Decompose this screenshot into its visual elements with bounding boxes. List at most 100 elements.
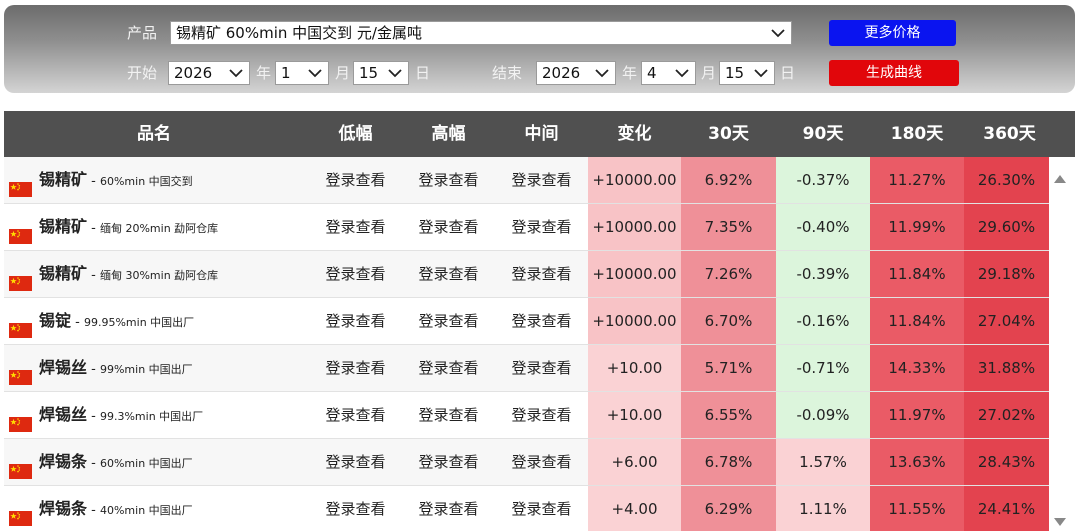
table-row[interactable]: 锡精矿 - 缅甸 30%min 勐阿仓库 登录查看 登录查看 登录查看 +10000.0… xyxy=(4,251,1049,298)
table-row[interactable]: 焊锡条 - 40%min 中国出厂 登录查看 登录查看 登录查看 +4.00 6.29% 1… xyxy=(4,486,1049,531)
login-to-view-link[interactable]: 登录查看 xyxy=(402,298,495,344)
login-to-view-link[interactable]: 登录查看 xyxy=(495,251,588,297)
triangle-down-icon[interactable] xyxy=(1054,511,1066,526)
cell-d180: 11.97% xyxy=(870,392,964,438)
login-to-view-link[interactable]: 登录查看 xyxy=(402,345,495,391)
end-month-unit: 月 xyxy=(701,64,717,82)
table-row[interactable]: 焊锡条 - 60%min 中国出厂 登录查看 登录查看 登录查看 +6.00 6.78% 1… xyxy=(4,439,1049,486)
product-name[interactable]: 锡精矿 xyxy=(39,217,87,236)
login-to-view-link[interactable]: 登录查看 xyxy=(309,486,402,531)
product-name[interactable]: 焊锡丝 xyxy=(39,358,87,377)
login-to-view-link[interactable]: 登录查看 xyxy=(495,439,588,485)
cell-d360: 27.02% xyxy=(964,392,1049,438)
cell-d360: 24.41% xyxy=(964,486,1049,531)
end-year-select[interactable]: 2026 xyxy=(536,61,616,85)
login-to-view-link[interactable]: 登录查看 xyxy=(402,486,495,531)
login-to-view-link[interactable]: 登录查看 xyxy=(402,157,495,203)
product-cell[interactable]: 锡精矿 - 60%min 中国交到 xyxy=(4,157,304,203)
table-row[interactable]: 锡精矿 - 缅甸 20%min 勐阿仓库 登录查看 登录查看 登录查看 +10000.0… xyxy=(4,204,1049,251)
triangle-up-icon[interactable] xyxy=(1054,168,1066,183)
header-30d: 30天 xyxy=(708,124,749,144)
chevron-down-icon xyxy=(754,69,768,78)
login-to-view-link[interactable]: 登录查看 xyxy=(309,251,402,297)
product-spec: 99%min 中国出厂 xyxy=(99,363,193,376)
cell-d360: 26.30% xyxy=(964,157,1049,203)
login-to-view-link[interactable]: 登录查看 xyxy=(309,392,402,438)
product-select[interactable]: 锡精矿 60%min 中国交到 元/金属吨 xyxy=(170,21,792,45)
header-360d: 360天 xyxy=(983,124,1036,144)
login-to-view-link[interactable]: 登录查看 xyxy=(495,345,588,391)
product-cell[interactable]: 锡精矿 - 缅甸 20%min 勐阿仓库 xyxy=(4,204,304,250)
product-spec: 60%min 中国出厂 xyxy=(99,457,193,470)
login-to-view-link[interactable]: 登录查看 xyxy=(495,486,588,531)
cell-d90: -0.71% xyxy=(776,345,870,391)
login-to-view-link[interactable]: 登录查看 xyxy=(402,204,495,250)
product-cell[interactable]: 锡锭 - 99.95%min 中国出厂 xyxy=(4,298,304,344)
cell-d360: 29.18% xyxy=(964,251,1049,297)
cell-d360: 29.60% xyxy=(964,204,1049,250)
login-to-view-link[interactable]: 登录查看 xyxy=(309,157,402,203)
product-cell[interactable]: 焊锡丝 - 99%min 中国出厂 xyxy=(4,345,304,391)
chevron-down-icon xyxy=(595,69,609,78)
table-row[interactable]: 锡精矿 - 60%min 中国交到 登录查看 登录查看 登录查看 +10000.00 6.… xyxy=(4,157,1049,204)
table-row[interactable]: 锡锭 - 99.95%min 中国出厂 登录查看 登录查看 登录查看 +10000.00… xyxy=(4,298,1049,345)
product-name[interactable]: 焊锡条 xyxy=(39,452,87,471)
login-to-view-link[interactable]: 登录查看 xyxy=(402,439,495,485)
cell-d30: 7.35% xyxy=(681,204,776,250)
start-day-value: 15 xyxy=(359,64,379,82)
product-name[interactable]: 焊锡条 xyxy=(39,499,87,518)
chevron-down-icon xyxy=(229,69,243,78)
price-table: 品名 低幅 高幅 中间 变化 30天 90天 180天 360天 锡精矿 - 6… xyxy=(4,111,1075,531)
separator: - xyxy=(87,503,100,518)
login-to-view-link[interactable]: 登录查看 xyxy=(309,204,402,250)
product-cell[interactable]: 焊锡条 - 60%min 中国出厂 xyxy=(4,439,304,485)
end-day-select[interactable]: 15 xyxy=(719,61,775,85)
login-to-view-link[interactable]: 登录查看 xyxy=(495,157,588,203)
header-low: 低幅 xyxy=(338,124,373,144)
start-month-select[interactable]: 1 xyxy=(275,61,329,85)
cell-d180: 11.84% xyxy=(870,251,964,297)
product-spec: 缅甸 20%min 勐阿仓库 xyxy=(99,222,219,235)
login-to-view-link[interactable]: 登录查看 xyxy=(309,439,402,485)
product-name[interactable]: 锡锭 xyxy=(39,311,71,330)
start-year-select[interactable]: 2026 xyxy=(168,61,250,85)
cell-d90: -0.39% xyxy=(776,251,870,297)
end-month-select[interactable]: 4 xyxy=(641,61,696,85)
start-day-select[interactable]: 15 xyxy=(353,61,409,85)
start-month-value: 1 xyxy=(281,64,291,82)
header-mid: 中间 xyxy=(524,124,559,144)
login-to-view-link[interactable]: 登录查看 xyxy=(309,345,402,391)
product-cell[interactable]: 焊锡丝 - 99.3%min 中国出厂 xyxy=(4,392,304,438)
filter-panel: 产品 锡精矿 60%min 中国交到 元/金属吨 开始 2026 年 1 月 1… xyxy=(4,5,1075,93)
separator: - xyxy=(87,268,100,283)
end-day-value: 15 xyxy=(725,64,745,82)
table-scrollbar[interactable] xyxy=(1049,157,1071,531)
table-row[interactable]: 焊锡丝 - 99%min 中国出厂 登录查看 登录查看 登录查看 +10.00 5.71%… xyxy=(4,345,1049,392)
login-to-view-link[interactable]: 登录查看 xyxy=(309,298,402,344)
cell-d90: -0.16% xyxy=(776,298,870,344)
cell-d30: 7.26% xyxy=(681,251,776,297)
china-flag-icon xyxy=(9,310,32,338)
product-name[interactable]: 锡精矿 xyxy=(39,264,87,283)
header-90d: 90天 xyxy=(802,124,844,144)
product-name[interactable]: 锡精矿 xyxy=(39,170,87,189)
table-header: 品名 低幅 高幅 中间 变化 30天 90天 180天 360天 xyxy=(4,111,1075,157)
cell-d180: 11.84% xyxy=(870,298,964,344)
start-label: 开始 xyxy=(127,64,158,82)
cell-change: +10000.00 xyxy=(588,204,681,250)
login-to-view-link[interactable]: 登录查看 xyxy=(402,251,495,297)
login-to-view-link[interactable]: 登录查看 xyxy=(495,298,588,344)
product-cell[interactable]: 焊锡条 - 40%min 中国出厂 xyxy=(4,486,304,531)
login-to-view-link[interactable]: 登录查看 xyxy=(495,392,588,438)
generate-curve-button[interactable]: 生成曲线 xyxy=(829,60,959,86)
cell-d30: 6.92% xyxy=(681,157,776,203)
product-name[interactable]: 焊锡丝 xyxy=(39,405,87,424)
header-180d: 180天 xyxy=(890,124,944,144)
more-prices-button[interactable]: 更多价格 xyxy=(829,20,956,46)
start-day-unit: 日 xyxy=(415,64,431,82)
login-to-view-link[interactable]: 登录查看 xyxy=(495,204,588,250)
cell-d90: 1.11% xyxy=(776,486,870,531)
product-cell[interactable]: 锡精矿 - 缅甸 30%min 勐阿仓库 xyxy=(4,251,304,297)
table-row[interactable]: 焊锡丝 - 99.3%min 中国出厂 登录查看 登录查看 登录查看 +10.00 6.5… xyxy=(4,392,1049,439)
login-to-view-link[interactable]: 登录查看 xyxy=(402,392,495,438)
